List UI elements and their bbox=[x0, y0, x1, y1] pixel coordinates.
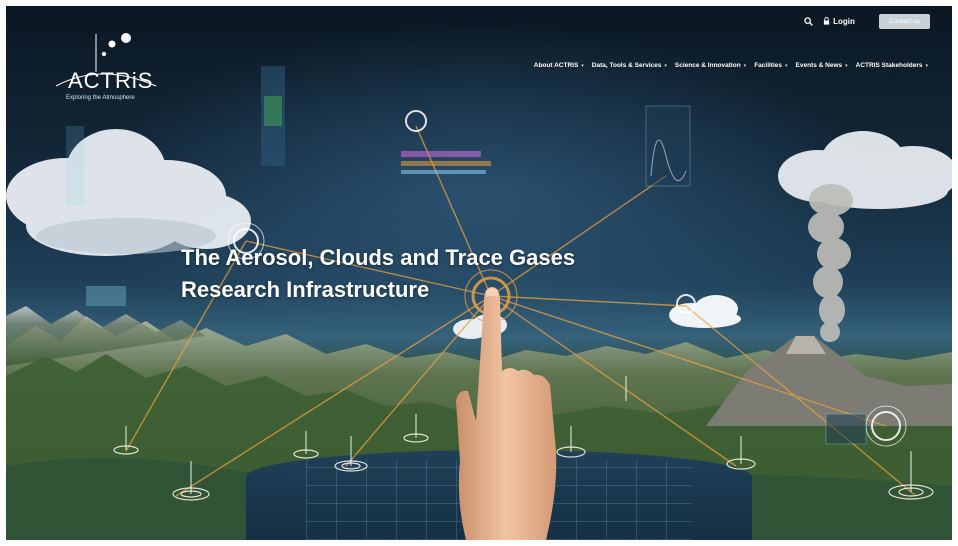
hero-title: The Aerosol, Clouds and Trace Gases Rese… bbox=[181, 242, 575, 306]
chevron-down-icon: ▾ bbox=[925, 62, 928, 69]
lock-icon bbox=[824, 17, 830, 25]
login-label: Login bbox=[833, 16, 855, 26]
login-link[interactable]: Login bbox=[823, 17, 855, 26]
chevron-down-icon: ▾ bbox=[845, 62, 848, 69]
logo-tagline: Exploring the Atmosphere bbox=[66, 95, 135, 101]
chevron-down-icon: ▾ bbox=[743, 62, 747, 69]
pointing-hand bbox=[456, 287, 557, 540]
nav-item-label: About ACTRIS bbox=[533, 62, 579, 69]
main-nav: About ACTRIS ▾ Data, Tools & Services ▾ … bbox=[534, 62, 928, 69]
hero-title-line-2: Research Infrastructure bbox=[181, 277, 430, 302]
site-header: ACTRiS Exploring the Atmosphere Login Co… bbox=[6, 6, 952, 116]
search-icon[interactable] bbox=[804, 16, 814, 26]
nav-item-facilities[interactable]: Facilities ▾ bbox=[754, 62, 787, 69]
chevron-down-icon: ▾ bbox=[664, 62, 667, 69]
chevron-down-icon: ▾ bbox=[581, 62, 584, 69]
nav-item-science-innovation[interactable]: Science & Innovation ▾ bbox=[675, 62, 746, 69]
page-frame: ACTRiS Exploring the Atmosphere Login Co… bbox=[6, 6, 952, 540]
nav-item-label: Events & News bbox=[795, 62, 843, 69]
nav-item-label: Science & Innovation bbox=[674, 62, 741, 69]
chevron-down-icon: ▾ bbox=[785, 62, 788, 69]
nav-item-label: Facilities bbox=[754, 62, 783, 69]
hero-title-line-1: The Aerosol, Clouds and Trace Gases bbox=[181, 245, 576, 270]
nav-item-about[interactable]: About ACTRIS ▾ bbox=[534, 62, 584, 69]
utility-bar: Login Contact us bbox=[804, 12, 930, 30]
logo-wordmark: ACTRiS bbox=[68, 68, 154, 93]
nav-item-events-news[interactable]: Events & News ▾ bbox=[796, 62, 848, 69]
nav-item-data-tools-services[interactable]: Data, Tools & Services ▾ bbox=[592, 62, 667, 69]
actris-logo[interactable]: ACTRiS Exploring the Atmosphere bbox=[46, 28, 166, 108]
nav-item-label: ACTRIS Stakeholders bbox=[855, 62, 923, 69]
nav-item-label: Data, Tools & Services bbox=[591, 62, 662, 69]
contact-us-button[interactable]: Contact us bbox=[878, 13, 930, 29]
nav-item-stakeholders[interactable]: ACTRIS Stakeholders ▾ bbox=[856, 62, 928, 69]
